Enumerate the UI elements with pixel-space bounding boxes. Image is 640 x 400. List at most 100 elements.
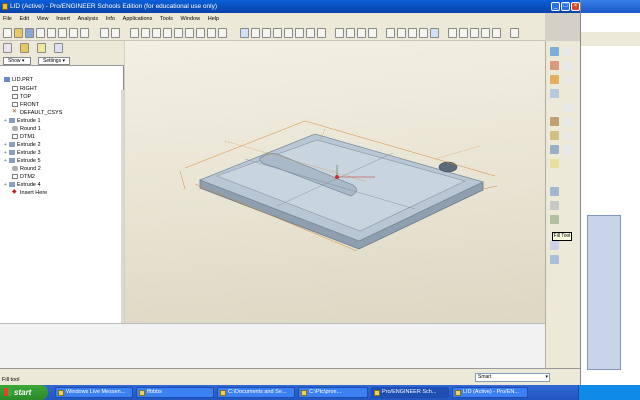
task-messenger[interactable]: Windows Live Messen... bbox=[55, 387, 133, 398]
menu-view[interactable]: View bbox=[34, 13, 52, 26]
datum-axes-icon[interactable] bbox=[397, 28, 406, 38]
tree-item-dtm2[interactable]: DTM2 bbox=[12, 174, 35, 181]
draft-tool-icon[interactable] bbox=[564, 103, 573, 112]
find-icon[interactable] bbox=[152, 28, 161, 38]
sketch-tool-icon[interactable] bbox=[448, 28, 457, 38]
undo-icon[interactable] bbox=[100, 28, 109, 38]
saved-views-icon[interactable] bbox=[185, 28, 194, 38]
context-help-icon[interactable] bbox=[510, 28, 519, 38]
task-documents[interactable]: C:\Documents and Se... bbox=[217, 387, 295, 398]
menu-help[interactable]: Help bbox=[205, 13, 222, 26]
point-icon[interactable] bbox=[550, 117, 559, 126]
merge-tool-icon[interactable] bbox=[550, 255, 559, 264]
datum-planes-icon[interactable] bbox=[386, 28, 395, 38]
task-proe[interactable]: Pro/ENGINEER Sch... bbox=[371, 387, 449, 398]
datum-axis-tool-icon[interactable] bbox=[470, 28, 479, 38]
favorites-icon[interactable] bbox=[37, 43, 46, 53]
datum-plane-tool-icon[interactable] bbox=[459, 28, 468, 38]
extrude-tool-icon[interactable] bbox=[550, 131, 559, 140]
datum-axis-tool-icon[interactable] bbox=[550, 61, 559, 70]
save-icon[interactable] bbox=[25, 28, 34, 38]
datum-points-icon[interactable] bbox=[408, 28, 417, 38]
annotation-display-icon[interactable] bbox=[430, 28, 439, 38]
menu-info[interactable]: Info bbox=[103, 13, 118, 26]
menu-tools[interactable]: Tools bbox=[157, 13, 176, 26]
regenerate-icon[interactable] bbox=[130, 28, 139, 38]
repaint-view-icon[interactable] bbox=[240, 28, 249, 38]
tree-item-right[interactable]: RIGHT bbox=[12, 86, 37, 93]
menu-applications[interactable]: Applications bbox=[120, 13, 156, 26]
pattern-tool-icon[interactable] bbox=[564, 145, 573, 154]
start-button[interactable]: start bbox=[0, 385, 48, 400]
background-window[interactable] bbox=[580, 0, 640, 385]
refit-icon[interactable] bbox=[295, 28, 304, 38]
hidden-line-icon[interactable] bbox=[335, 28, 344, 38]
tree-item-round-1[interactable]: Round 1 bbox=[12, 126, 41, 133]
connections-icon[interactable] bbox=[54, 43, 63, 53]
tree-item-top[interactable]: TOP bbox=[12, 94, 31, 101]
new-file-icon[interactable] bbox=[3, 28, 12, 38]
rib-tool-icon[interactable] bbox=[550, 215, 559, 224]
tree-item-extrude-2[interactable]: + Extrude 2 bbox=[4, 142, 41, 149]
revolve-tool-icon[interactable] bbox=[550, 145, 559, 154]
tree-item-extrude-4[interactable]: + Extrude 4 bbox=[4, 182, 41, 189]
round-tool-icon[interactable] bbox=[564, 117, 573, 126]
tree-item-extrude-3[interactable]: + Extrude 3 bbox=[4, 150, 41, 157]
filter-dropdown[interactable]: Smart ▾ bbox=[475, 373, 550, 382]
datum-plane-tool-icon[interactable] bbox=[550, 47, 559, 56]
repaint-icon[interactable] bbox=[141, 28, 150, 38]
wireframe-icon[interactable] bbox=[218, 28, 227, 38]
orient-mode-icon[interactable] bbox=[262, 28, 271, 38]
select-icon[interactable] bbox=[163, 28, 172, 38]
tree-item-dtm1[interactable]: DTM1 bbox=[12, 134, 35, 141]
shading-icon[interactable] bbox=[357, 28, 366, 38]
redo-icon[interactable] bbox=[111, 28, 120, 38]
fill-tool-icon[interactable] bbox=[550, 241, 559, 250]
cut-icon[interactable] bbox=[58, 28, 67, 38]
view-manager-icon[interactable] bbox=[317, 28, 326, 38]
shell-tool-icon[interactable] bbox=[550, 201, 559, 210]
task-lid[interactable]: LID (Active) - Pro/EN... bbox=[452, 387, 528, 398]
csys-display-icon[interactable] bbox=[419, 28, 428, 38]
menu-insert[interactable]: Insert bbox=[53, 13, 73, 26]
tree-item-extrude-5[interactable]: + Extrude 5 bbox=[4, 158, 41, 165]
orient-icon[interactable] bbox=[174, 28, 183, 38]
hole-tool-icon[interactable] bbox=[550, 187, 559, 196]
model-tree-icon[interactable] bbox=[207, 28, 216, 38]
menu-file[interactable]: File bbox=[0, 13, 15, 26]
menu-window[interactable]: Window bbox=[178, 13, 204, 26]
tree-item-extrude-1[interactable]: + Extrude 1 bbox=[4, 118, 41, 125]
enhanced-realism-icon[interactable] bbox=[368, 28, 377, 38]
email-icon[interactable] bbox=[47, 28, 56, 38]
task-ffbbbs[interactable]: ffbbbs bbox=[136, 387, 214, 398]
close-button[interactable]: × bbox=[571, 2, 580, 11]
minimize-button[interactable]: _ bbox=[551, 2, 560, 11]
task-ptc-folder[interactable]: C:\Ptc\proe... bbox=[298, 387, 368, 398]
csys-tool-icon[interactable] bbox=[492, 28, 501, 38]
maximize-button[interactable]: □ bbox=[561, 2, 570, 11]
copy-icon[interactable] bbox=[69, 28, 78, 38]
open-folder-icon[interactable] bbox=[14, 28, 23, 38]
folder-browser-icon[interactable] bbox=[20, 43, 29, 53]
tree-item-part[interactable]: LID.PRT bbox=[4, 77, 33, 84]
chamfer-tool-icon[interactable] bbox=[564, 131, 573, 140]
menu-analysis[interactable]: Analysis bbox=[75, 13, 101, 26]
analysis-tool-icon[interactable] bbox=[564, 75, 573, 84]
print-icon[interactable] bbox=[36, 28, 45, 38]
sketch-icon[interactable] bbox=[550, 75, 559, 84]
reorient-icon[interactable] bbox=[306, 28, 315, 38]
zoom-in-icon[interactable] bbox=[273, 28, 282, 38]
show-dropdown[interactable]: Show ▾ bbox=[3, 57, 31, 65]
datum-point-tool-icon[interactable] bbox=[481, 28, 490, 38]
settings-dropdown[interactable]: Settings ▾ bbox=[38, 57, 70, 65]
zoom-out-icon[interactable] bbox=[284, 28, 293, 38]
paste-icon[interactable] bbox=[80, 28, 89, 38]
no-hidden-icon[interactable] bbox=[346, 28, 355, 38]
tree-item-round-2[interactable]: Round 2 bbox=[12, 166, 41, 173]
curve-icon[interactable] bbox=[550, 89, 559, 98]
spin-center-icon[interactable] bbox=[251, 28, 260, 38]
sweep-tool-icon[interactable] bbox=[550, 159, 559, 168]
layer-icon[interactable] bbox=[196, 28, 205, 38]
model-tree-tab-icon[interactable] bbox=[3, 43, 12, 53]
tree-item-front[interactable]: FRONT bbox=[12, 102, 39, 109]
